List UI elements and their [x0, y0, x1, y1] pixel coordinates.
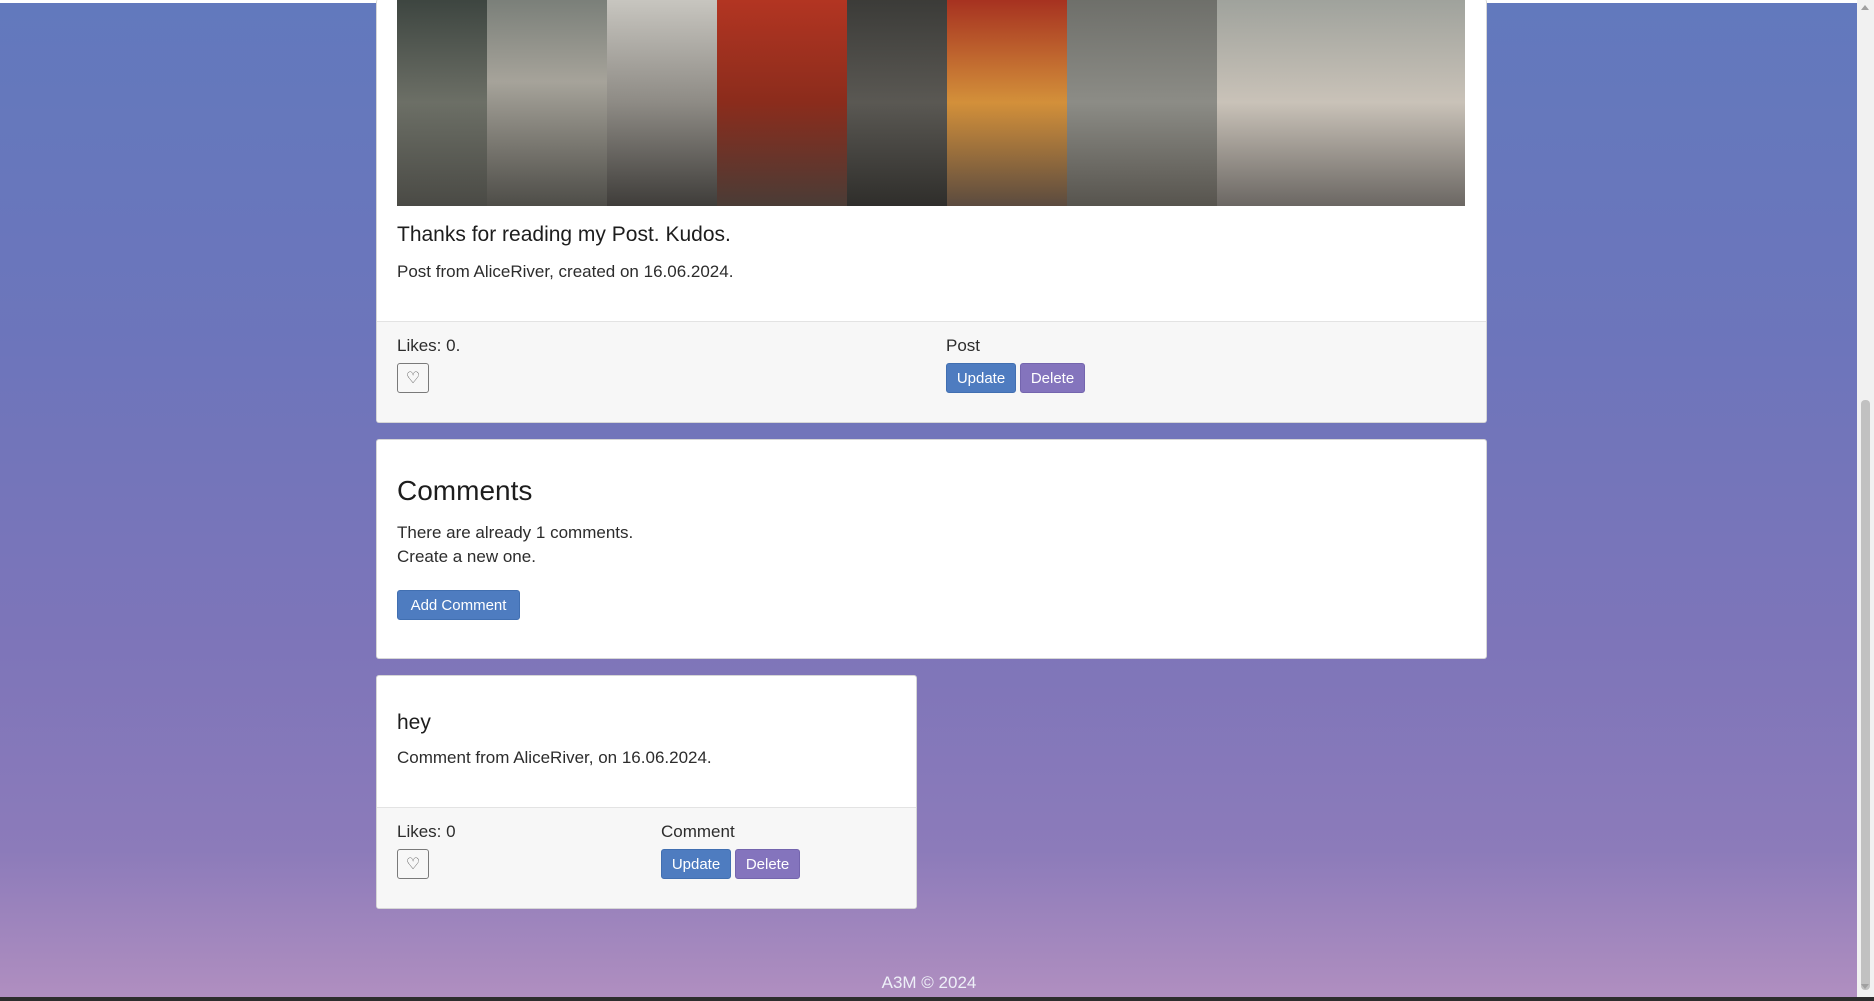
heart-outline-icon: ♡ — [405, 370, 421, 387]
post-delete-button[interactable]: Delete — [1020, 363, 1085, 393]
comment-actions-label: Comment — [661, 822, 735, 841]
comments-heading: Comments — [397, 475, 533, 506]
page-scrollbar[interactable] — [1857, 0, 1874, 1001]
comment-meta: Comment from AliceRiver, on 16.06.2024. — [397, 748, 712, 767]
footer-copyright: A3M © 2024 — [881, 973, 977, 992]
window-bottom-edge — [0, 997, 1874, 1001]
post-image — [397, 0, 1465, 206]
post-update-button[interactable]: Update — [946, 363, 1016, 393]
comment-delete-button[interactable]: Delete — [735, 849, 800, 879]
comment-like-button[interactable]: ♡ — [397, 849, 429, 879]
scroll-up-icon[interactable] — [1861, 5, 1869, 10]
post-title: Thanks for reading my Post. Kudos. — [397, 223, 731, 246]
comments-cta-text: Create a new one. — [397, 547, 536, 566]
scroll-thumb[interactable] — [1861, 400, 1870, 990]
comment-card: hey Comment from AliceRiver, on 16.06.20… — [376, 675, 917, 909]
comments-section-card: Comments There are already 1 comments. C… — [376, 439, 1487, 659]
post-likes-count: Likes: 0. — [397, 336, 461, 355]
comments-count-text: There are already 1 comments. — [397, 523, 634, 542]
post-footer: Likes: 0. ♡ Post Update Delete — [377, 321, 1486, 422]
comment-footer: Likes: 0 ♡ Comment Update Delete — [377, 807, 916, 908]
post-meta: Post from AliceRiver, created on 16.06.2… — [397, 262, 734, 281]
post-card: Thanks for reading my Post. Kudos. Post … — [376, 0, 1487, 423]
scroll-down-icon[interactable] — [1861, 984, 1869, 989]
comment-likes-count: Likes: 0 — [397, 822, 456, 841]
heart-outline-icon: ♡ — [405, 856, 421, 873]
add-comment-button[interactable]: Add Comment — [397, 590, 520, 620]
comment-update-button[interactable]: Update — [661, 849, 731, 879]
post-actions-label: Post — [946, 336, 981, 355]
post-like-button[interactable]: ♡ — [397, 363, 429, 393]
comment-title: hey — [397, 711, 431, 734]
